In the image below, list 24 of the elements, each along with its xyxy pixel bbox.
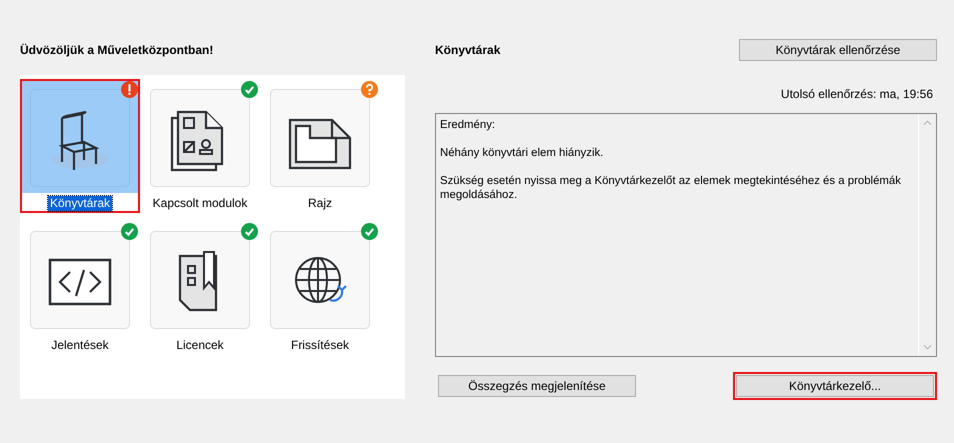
module-tile[interactable]: Könyvtárak — [20, 79, 140, 213]
tile-label: Frissítések — [290, 338, 350, 353]
check-icon — [361, 223, 378, 240]
check-libraries-button[interactable]: Könyvtárak ellenőrzése — [739, 39, 937, 61]
scroll-down-icon[interactable] — [923, 344, 932, 350]
result-text: Néhány könyvtári elem hiányzik. — [440, 146, 604, 160]
check-icon — [121, 223, 138, 240]
question-icon — [361, 81, 378, 98]
check-icon — [241, 81, 258, 98]
result-text: Eredmény: — [440, 118, 496, 132]
tile-label: Rajz — [306, 196, 333, 211]
exclamation-icon — [121, 81, 138, 98]
scroll-up-icon[interactable] — [923, 120, 932, 126]
tile-label: Kapcsolt modulok — [152, 196, 248, 211]
tile-label: Jelentések — [50, 338, 110, 353]
section-title: Könyvtárak — [435, 42, 500, 59]
tile-label: Licencek — [175, 338, 225, 353]
show-summary-button[interactable]: Összegzés megjelenítése — [438, 375, 636, 397]
check-icon — [241, 223, 258, 240]
last-check-text: Utolsó ellenőrzés: ma, 19:56 — [780, 86, 934, 102]
result-text: Szükség esetén nyissa meg a Könyvtárkezelőt az elemek megtekintéséhez és a problémák megoldásához. — [440, 174, 902, 202]
tile-label: Könyvtárak — [48, 196, 112, 211]
library-manager-button[interactable]: Könyvtárkezelő... — [736, 375, 934, 397]
welcome-title: Üdvözöljük a Műveletközpontban! — [20, 42, 214, 59]
